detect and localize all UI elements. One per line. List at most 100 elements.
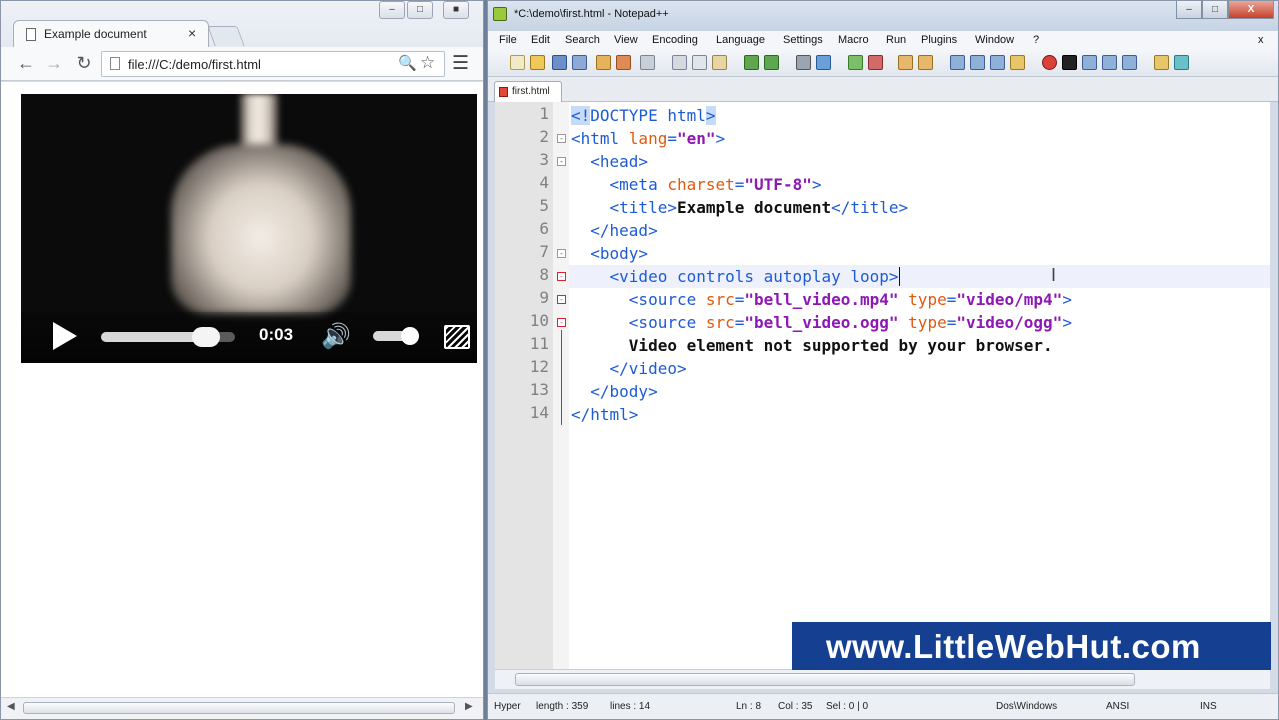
code-line-7: <body> — [571, 242, 648, 265]
close-window-button[interactable]: ■ — [443, 1, 469, 19]
volume-icon[interactable]: 🔊 — [321, 322, 351, 351]
editor-horizontal-scrollbar[interactable] — [495, 669, 1270, 689]
save-all-icon[interactable] — [572, 55, 587, 70]
cut-icon[interactable] — [672, 55, 687, 70]
scroll-right-icon[interactable]: ▶ — [465, 701, 473, 712]
zoom-in-icon[interactable] — [848, 55, 863, 70]
maximize-button[interactable]: □ — [407, 1, 433, 19]
close-all-icon[interactable] — [616, 55, 631, 70]
save-icon[interactable] — [552, 55, 567, 70]
dropdown-icon[interactable] — [1174, 55, 1189, 70]
code-token: <source — [628, 313, 706, 332]
code-token: <meta — [609, 175, 668, 194]
menu-settings[interactable]: Settings — [783, 34, 823, 46]
new-tab-button[interactable] — [207, 26, 245, 46]
spell-check-icon[interactable] — [1154, 55, 1169, 70]
modified-file-icon — [499, 87, 508, 97]
bookmark-star-icon[interactable]: ☆ — [420, 53, 435, 73]
code-token: <! — [571, 106, 591, 125]
seek-bar[interactable] — [101, 327, 235, 347]
volume-thumb[interactable] — [401, 327, 419, 345]
status-column: Col : 35 — [778, 701, 813, 712]
close-window-button[interactable]: X — [1228, 1, 1274, 19]
menu-plugins[interactable]: Plugins — [921, 34, 957, 46]
menu-window[interactable]: Window — [975, 34, 1014, 46]
back-icon[interactable]: ← — [15, 53, 37, 74]
undo-icon[interactable] — [744, 55, 759, 70]
seek-progress — [101, 332, 206, 342]
maximize-button[interactable]: □ — [1202, 1, 1228, 19]
time-display: 0:03 — [259, 325, 294, 344]
menu-help[interactable]: ? — [1033, 34, 1039, 46]
menu-search[interactable]: Search — [565, 34, 600, 46]
horizontal-scrollbar[interactable]: ◀ ▶ — [1, 697, 483, 719]
menu-run[interactable]: Run — [886, 34, 906, 46]
show-all-characters-icon[interactable] — [970, 55, 985, 70]
document-icon — [26, 28, 36, 41]
seek-thumb[interactable] — [192, 327, 220, 347]
scrollbar-thumb[interactable] — [23, 702, 455, 714]
search-icon[interactable]: 🔍 — [398, 54, 417, 72]
code-editor[interactable]: 1 2 3 4 5 6 7 8 9 10 11 12 13 14 - - - -… — [495, 102, 1270, 669]
play-icon[interactable] — [53, 322, 77, 350]
line-number: 3 — [539, 150, 549, 169]
sync-horizontal-icon[interactable] — [918, 55, 933, 70]
word-wrap-icon[interactable] — [950, 55, 965, 70]
minimize-button[interactable]: – — [379, 1, 405, 19]
fold-toggle-icon[interactable]: - — [557, 295, 566, 304]
find-icon[interactable] — [796, 55, 811, 70]
sync-vertical-icon[interactable] — [898, 55, 913, 70]
fullscreen-icon[interactable] — [444, 325, 470, 349]
fold-toggle-icon[interactable]: - — [557, 272, 566, 281]
menu-file[interactable]: File — [499, 34, 517, 46]
fold-toggle-icon[interactable]: - — [557, 157, 566, 166]
save-macro-icon[interactable] — [1122, 55, 1137, 70]
volume-slider[interactable] — [373, 327, 419, 345]
forward-icon[interactable]: → — [43, 53, 65, 74]
copy-icon[interactable] — [692, 55, 707, 70]
menu-edit[interactable]: Edit — [531, 34, 550, 46]
replace-icon[interactable] — [816, 55, 831, 70]
menu-view[interactable]: View — [614, 34, 638, 46]
menu-language[interactable]: Language — [716, 34, 765, 46]
document-map-icon[interactable] — [1010, 55, 1025, 70]
status-selection: Sel : 0 | 0 — [826, 701, 869, 712]
run-macro-multiple-icon[interactable] — [1102, 55, 1117, 70]
redo-icon[interactable] — [764, 55, 779, 70]
menu-macro[interactable]: Macro — [838, 34, 869, 46]
print-icon[interactable] — [640, 55, 655, 70]
close-file-icon[interactable] — [596, 55, 611, 70]
line-number: 8 — [539, 265, 549, 284]
new-file-icon[interactable] — [510, 55, 525, 70]
address-bar[interactable]: file:///C:/demo/first.html 🔍 ☆ — [101, 51, 445, 77]
video-player[interactable]: 0:03 🔊 — [21, 94, 477, 363]
line-number: 4 — [539, 173, 549, 192]
code-token: </body> — [590, 382, 658, 401]
fold-toggle-icon[interactable]: - — [557, 134, 566, 143]
code-token: Example document — [676, 198, 832, 217]
menu-close-icon[interactable]: x — [1258, 34, 1264, 46]
file-tab[interactable]: first.html — [494, 81, 562, 102]
stop-macro-icon[interactable] — [1062, 55, 1077, 70]
tab-close-icon[interactable]: × — [188, 25, 196, 41]
open-file-icon[interactable] — [530, 55, 545, 70]
code-line-14: </html> — [571, 403, 638, 426]
record-macro-icon[interactable] — [1042, 55, 1057, 70]
play-macro-icon[interactable] — [1082, 55, 1097, 70]
scroll-left-icon[interactable]: ◀ — [7, 701, 15, 712]
fold-toggle-icon[interactable]: - — [557, 318, 566, 327]
minimize-button[interactable]: – — [1176, 1, 1202, 19]
code-line-12: </video> — [571, 357, 687, 380]
scrollbar-thumb[interactable] — [515, 673, 1135, 686]
reload-icon[interactable]: ↻ — [73, 53, 95, 74]
code-token: type — [908, 290, 947, 309]
zoom-out-icon[interactable] — [868, 55, 883, 70]
menu-icon[interactable]: ☰ — [452, 52, 469, 75]
url-text[interactable]: file:///C:/demo/first.html — [128, 57, 261, 72]
fold-toggle-icon[interactable]: - — [557, 249, 566, 258]
indent-guide-icon[interactable] — [990, 55, 1005, 70]
browser-tab[interactable]: Example document × — [13, 20, 209, 48]
menu-encoding[interactable]: Encoding — [652, 34, 698, 46]
paste-icon[interactable] — [712, 55, 727, 70]
page-viewport: 0:03 🔊 — [1, 82, 483, 697]
